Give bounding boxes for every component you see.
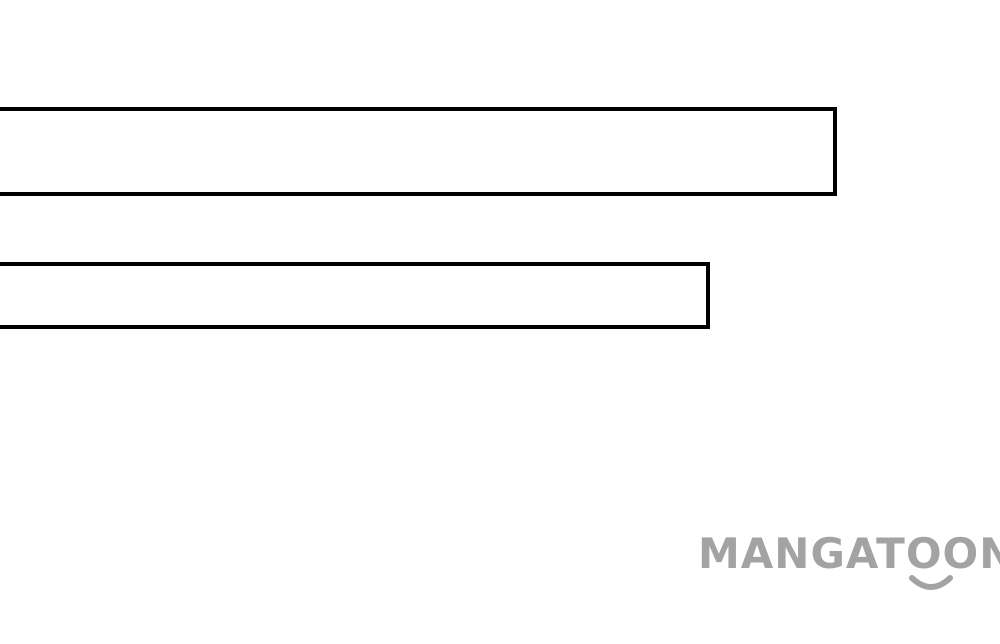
mangatoon-watermark: MANGATOON [698,528,1000,600]
smile-icon [909,575,953,590]
watermark-logo-text: MANGATOON [698,529,1000,578]
smile-curve [909,575,953,590]
empty-speech-box-bottom [0,262,710,329]
empty-speech-box-top [0,107,837,196]
comic-page: MANGATOON [0,0,1000,644]
